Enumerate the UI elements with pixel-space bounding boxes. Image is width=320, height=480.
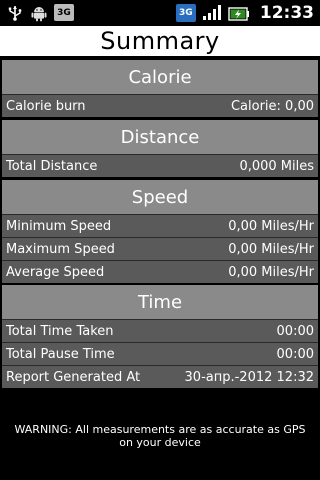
report-generated-row: Report Generated At 30-апр.-2012 12:32 xyxy=(2,365,318,388)
average-speed-row: Average Speed 0,00 Miles/Hr xyxy=(2,260,318,283)
row-value: 30-апр.-2012 12:32 xyxy=(184,369,314,385)
time-section: Time Total Time Taken 00:00 Total Pause … xyxy=(0,285,320,388)
calorie-section-header: Calorie xyxy=(2,60,318,94)
row-value: 0,00 Miles/Hr xyxy=(228,264,314,280)
total-pause-time-row: Total Pause Time 00:00 xyxy=(2,342,318,365)
row-value: 0,00 Miles/Hr xyxy=(228,241,314,257)
minimum-speed-row: Minimum Speed 0,00 Miles/Hr xyxy=(2,214,318,237)
3g-network-icon: 3G xyxy=(175,3,196,22)
speed-section-header: Speed xyxy=(2,180,318,214)
row-label: Maximum Speed xyxy=(6,241,115,257)
page-title: Summary xyxy=(0,26,320,56)
total-time-taken-row: Total Time Taken 00:00 xyxy=(2,319,318,342)
row-value: 00:00 xyxy=(276,323,314,339)
row-label: Minimum Speed xyxy=(6,218,112,234)
row-label: Calorie burn xyxy=(6,98,86,114)
distance-section-header: Distance xyxy=(2,120,318,154)
row-label: Report Generated At xyxy=(6,369,141,385)
row-value: 00:00 xyxy=(276,346,314,362)
time-section-header: Time xyxy=(2,285,318,319)
android-icon xyxy=(30,4,48,22)
row-value: 0,00 Miles/Hr xyxy=(228,218,314,234)
row-label: Total Time Taken xyxy=(6,323,114,339)
row-label: Average Speed xyxy=(6,264,105,280)
speed-section: Speed Minimum Speed 0,00 Miles/Hr Maximu… xyxy=(0,180,320,283)
calorie-burn-row: Calorie burn Calorie: 0,00 xyxy=(2,94,318,117)
row-value: 0,000 Miles xyxy=(239,158,314,174)
3g-box-icon: 3G xyxy=(54,4,74,21)
battery-icon xyxy=(228,6,250,21)
total-distance-row: Total Distance 0,000 Miles xyxy=(2,154,318,177)
usb-icon xyxy=(6,5,24,21)
calorie-section: Calorie Calorie burn Calorie: 0,00 xyxy=(0,60,320,117)
status-bar-left: 3G xyxy=(6,3,74,22)
distance-section: Distance Total Distance 0,000 Miles xyxy=(0,120,320,177)
status-bar: 3G 3G 12:33 xyxy=(0,0,320,25)
status-clock: 12:33 xyxy=(259,2,314,23)
row-label: Total Pause Time xyxy=(6,346,115,362)
row-value: Calorie: 0,00 xyxy=(230,98,314,114)
gps-warning-text: WARNING: All measurements are as accurat… xyxy=(0,392,320,480)
status-bar-right: 3G 12:33 xyxy=(175,2,314,23)
signal-icon xyxy=(202,4,222,21)
maximum-speed-row: Maximum Speed 0,00 Miles/Hr xyxy=(2,237,318,260)
row-label: Total Distance xyxy=(6,158,98,174)
